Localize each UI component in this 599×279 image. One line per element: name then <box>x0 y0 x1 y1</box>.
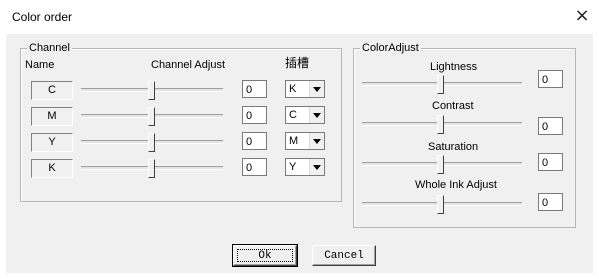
color-order-dialog: Color order × Channel Name Channel Adjus… <box>0 0 599 279</box>
window-title: Color order <box>12 10 73 24</box>
slot-select-m[interactable]: C <box>285 106 325 124</box>
slot-select-c-value: K <box>289 83 297 95</box>
slot-select-c[interactable]: K <box>285 80 325 98</box>
channel-slider-thumb-k[interactable] <box>148 159 155 178</box>
whole-ink-adjust-value[interactable]: 0 <box>538 193 563 211</box>
contrast-value[interactable]: 0 <box>538 117 563 135</box>
color-adjust-group: ColorAdjust Lightness 0 Contrast 0 Satur… <box>353 42 576 228</box>
channel-value-k[interactable]: 0 <box>242 158 267 176</box>
chevron-down-icon[interactable] <box>309 107 324 123</box>
slot-select-k[interactable]: Y <box>285 158 325 176</box>
channel-value-c[interactable]: 0 <box>242 80 267 98</box>
channel-value-m[interactable]: 0 <box>242 106 267 124</box>
whole-ink-adjust-label: Whole Ink Adjust <box>415 179 497 191</box>
close-icon[interactable]: × <box>572 6 592 26</box>
ok-button[interactable]: Ok <box>232 244 298 267</box>
channel-name-c: C <box>31 81 73 100</box>
saturation-value[interactable]: 0 <box>538 153 563 171</box>
lightness-slider-thumb[interactable] <box>437 75 444 94</box>
contrast-slider-thumb[interactable] <box>437 115 444 134</box>
channel-name-y: Y <box>31 133 73 152</box>
channel-name-m: M <box>31 107 73 126</box>
channel-value-y[interactable]: 0 <box>242 132 267 150</box>
slot-select-y[interactable]: M <box>285 132 325 150</box>
focus-rectangle <box>237 249 293 262</box>
channel-slider-thumb-y[interactable] <box>148 133 155 152</box>
slot-header: 插槽 <box>285 56 310 70</box>
color-adjust-legend: ColorAdjust <box>360 42 421 55</box>
channel-legend: Channel <box>27 42 72 55</box>
channel-name-k: K <box>31 159 73 178</box>
lightness-value[interactable]: 0 <box>538 70 563 88</box>
slot-select-k-value: Y <box>289 161 297 173</box>
channel-slider-thumb-m[interactable] <box>148 107 155 126</box>
slot-select-m-value: C <box>289 109 297 121</box>
dialog-client-area: Channel Name Channel Adjust 插槽 C 0 K M 0… <box>6 34 593 273</box>
chevron-down-icon[interactable] <box>309 159 324 175</box>
chevron-down-icon[interactable] <box>309 133 324 149</box>
channel-adjust-header: Channel Adjust <box>151 59 225 71</box>
slot-select-y-value: M <box>289 135 299 147</box>
cancel-button[interactable]: Cancel <box>312 245 376 266</box>
whole-ink-adjust-slider-thumb[interactable] <box>437 195 444 214</box>
channel-name-header: Name <box>25 59 55 71</box>
channel-slider-thumb-c[interactable] <box>148 81 155 100</box>
channel-group: Channel Name Channel Adjust 插槽 C 0 K M 0… <box>20 42 342 202</box>
title-bar: Color order × <box>0 0 599 34</box>
cancel-button-label: Cancel <box>324 250 364 262</box>
contrast-label: Contrast <box>432 100 474 112</box>
saturation-label: Saturation <box>428 141 479 153</box>
saturation-slider-thumb[interactable] <box>437 155 444 174</box>
chevron-down-icon[interactable] <box>309 81 324 97</box>
lightness-label: Lightness <box>430 61 478 73</box>
